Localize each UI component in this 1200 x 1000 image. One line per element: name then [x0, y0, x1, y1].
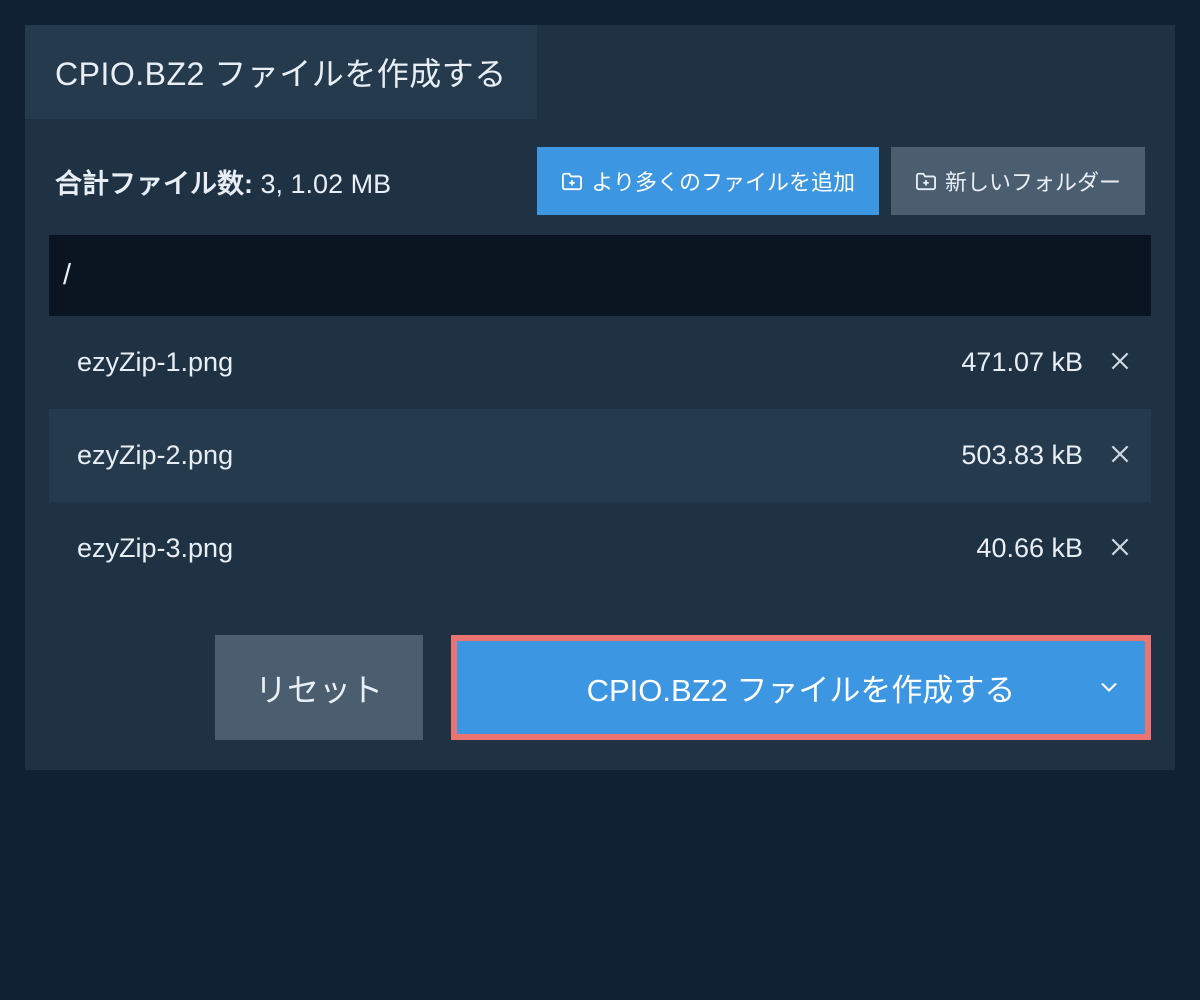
add-files-label: より多くのファイルを追加: [591, 165, 855, 197]
main-panel: CPIO.BZ2 ファイルを作成する 合計ファイル数: 3, 1.02 MB よ…: [25, 25, 1175, 770]
path-row[interactable]: /: [49, 235, 1151, 316]
caret-down-icon: [1101, 683, 1117, 693]
create-label: CPIO.BZ2 ファイルを作成する: [587, 665, 1016, 710]
toolbar: 合計ファイル数: 3, 1.02 MB より多くのファイルを追加: [25, 119, 1175, 235]
toolbar-buttons: より多くのファイルを追加 新しいフォルダー: [537, 147, 1145, 215]
file-list: / ezyZip-1.png 471.07 kB ezyZip-2.png 50…: [25, 235, 1175, 605]
file-size: 471.07 kB: [961, 347, 1083, 378]
close-icon: [1107, 348, 1133, 377]
close-icon: [1107, 441, 1133, 470]
bottom-actions: リセット CPIO.BZ2 ファイルを作成する: [25, 605, 1175, 770]
file-size: 40.66 kB: [976, 533, 1083, 564]
file-row: ezyZip-1.png 471.07 kB: [49, 316, 1151, 409]
folder-plus-icon: [915, 171, 937, 191]
reset-label: リセット: [255, 665, 383, 711]
path-text: /: [63, 259, 71, 291]
file-row: ezyZip-3.png 40.66 kB: [49, 502, 1151, 595]
file-row: ezyZip-2.png 503.83 kB: [49, 409, 1151, 502]
file-name: ezyZip-2.png: [77, 440, 961, 471]
folder-plus-icon: [561, 171, 583, 191]
remove-file-button[interactable]: [1103, 437, 1137, 474]
create-archive-button[interactable]: CPIO.BZ2 ファイルを作成する: [457, 641, 1145, 734]
close-icon: [1107, 534, 1133, 563]
new-folder-button[interactable]: 新しいフォルダー: [891, 147, 1145, 215]
new-folder-label: 新しいフォルダー: [945, 165, 1121, 197]
file-size: 503.83 kB: [961, 440, 1083, 471]
reset-button[interactable]: リセット: [215, 635, 423, 740]
tab-title-text: CPIO.BZ2 ファイルを作成する: [55, 56, 507, 92]
create-highlight: CPIO.BZ2 ファイルを作成する: [451, 635, 1151, 740]
file-summary: 合計ファイル数: 3, 1.02 MB: [55, 162, 391, 201]
file-name: ezyZip-3.png: [77, 533, 976, 564]
summary-value: 3, 1.02 MB: [261, 169, 392, 199]
remove-file-button[interactable]: [1103, 344, 1137, 381]
remove-file-button[interactable]: [1103, 530, 1137, 567]
file-name: ezyZip-1.png: [77, 347, 961, 378]
tab-title: CPIO.BZ2 ファイルを作成する: [25, 25, 537, 119]
add-files-button[interactable]: より多くのファイルを追加: [537, 147, 879, 215]
summary-label: 合計ファイル数:: [55, 169, 253, 199]
